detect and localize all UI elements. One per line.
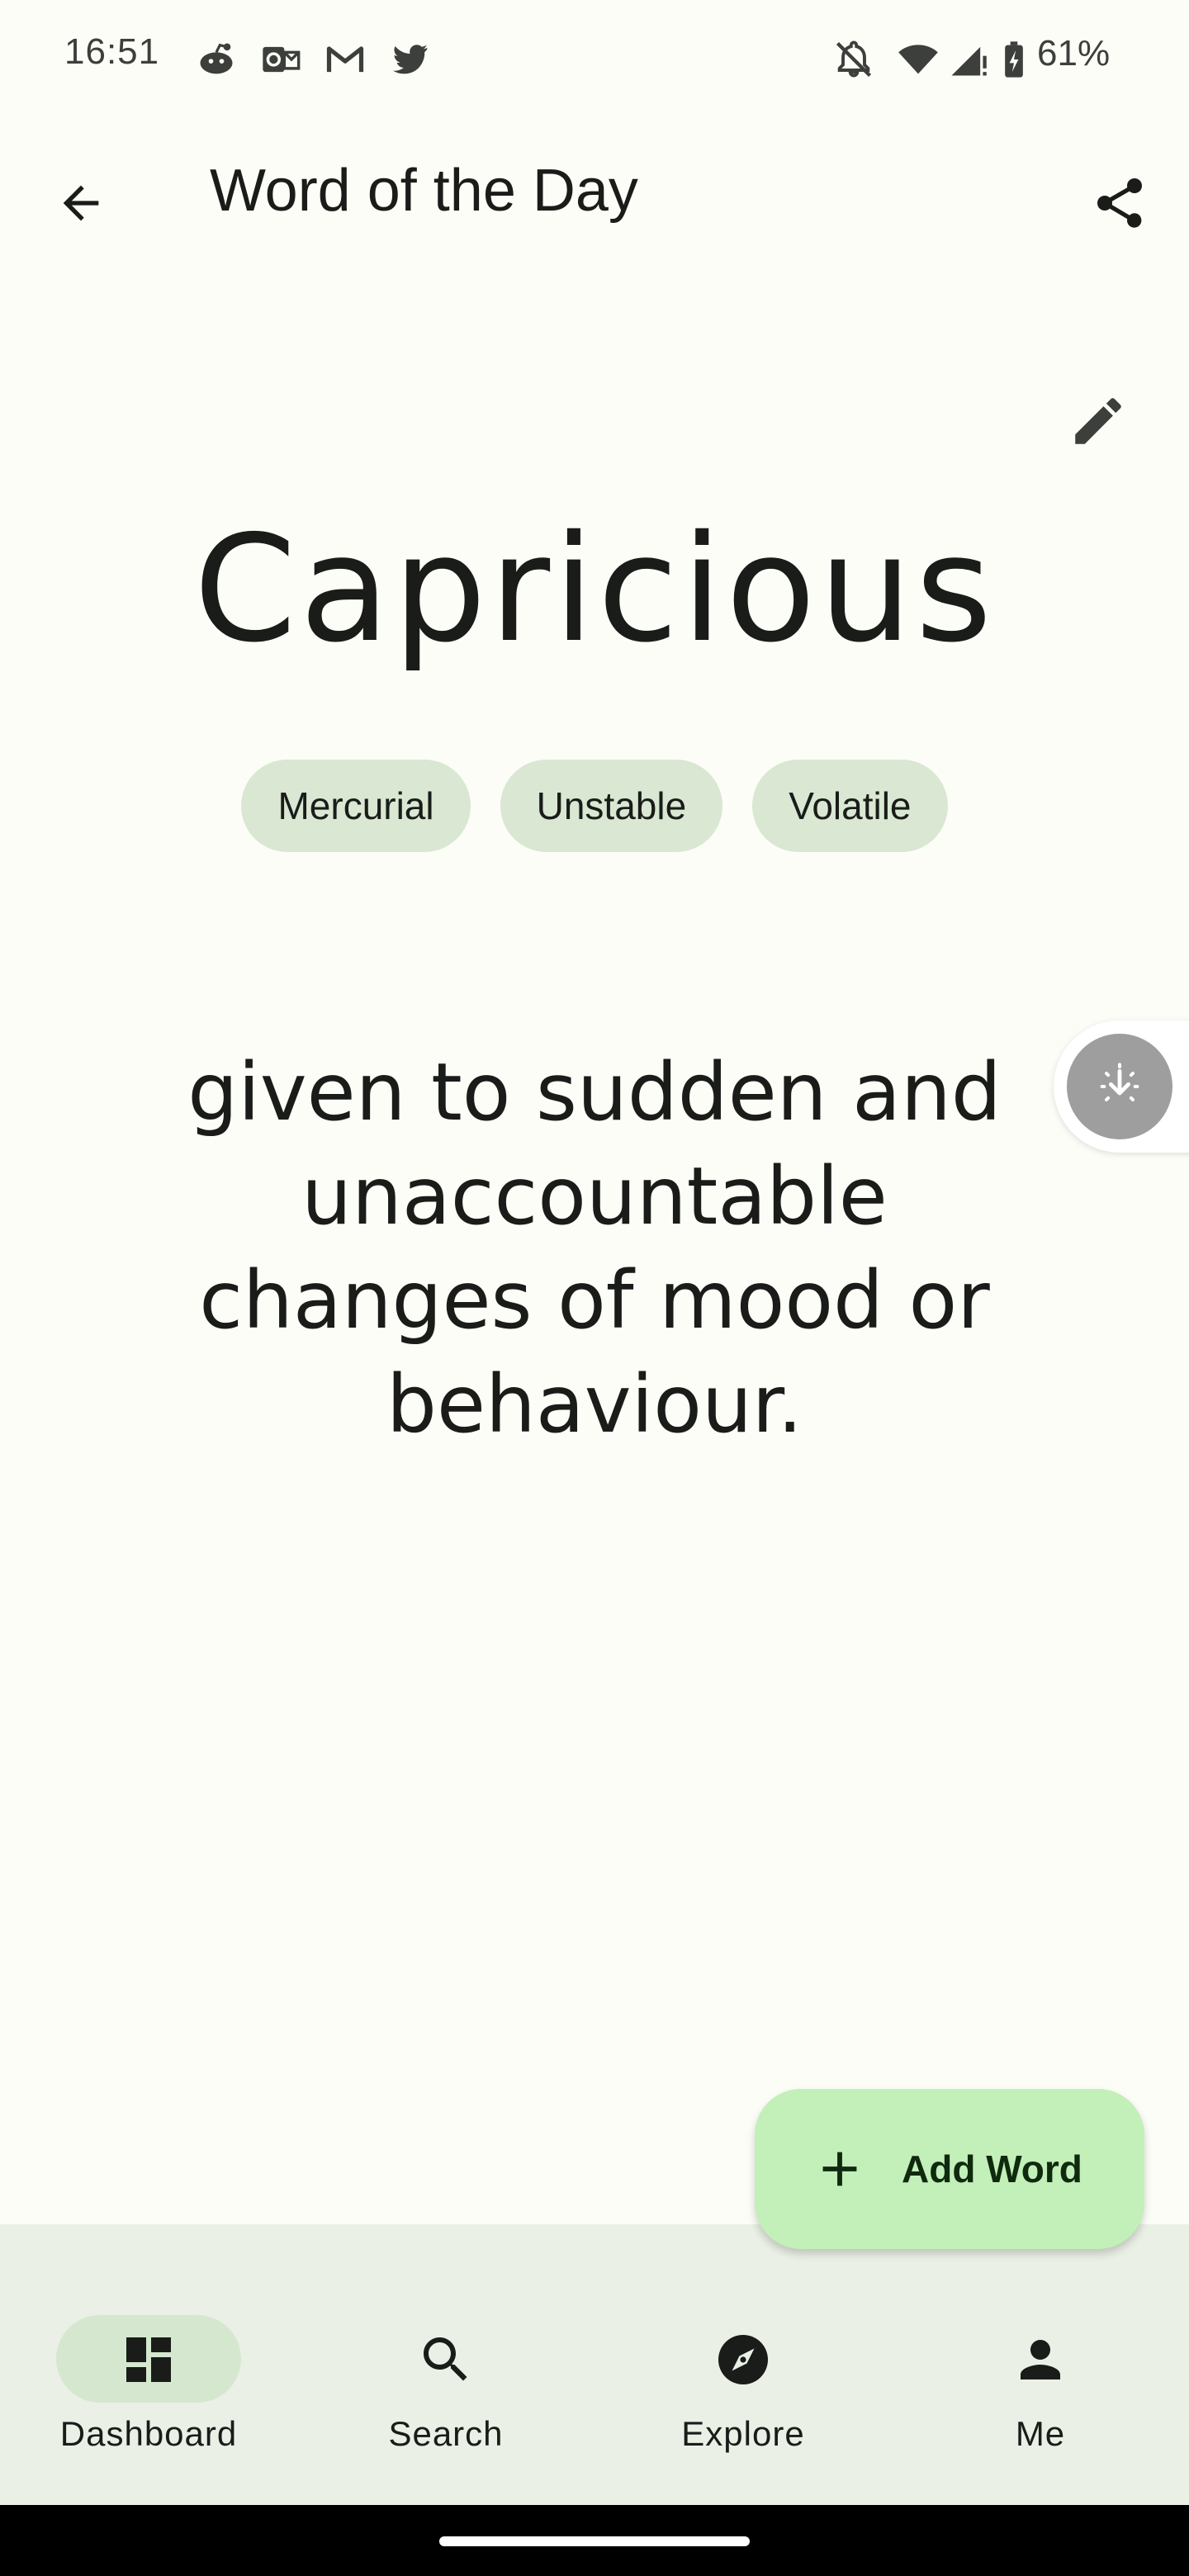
nav-label-dashboard: Dashboard [59,2414,238,2453]
dashboard-icon [126,2337,171,2382]
word-definition: given to sudden and unaccountable change… [187,1046,1002,1451]
download-sparkle-icon [1100,1063,1139,1101]
battery-charging-icon [1005,41,1023,78]
gmail-icon [326,46,364,73]
person-icon [1021,2340,1060,2379]
nav-label-me: Me [1015,2414,1066,2453]
word-title: Capricious [193,504,996,675]
wifi-icon [898,45,938,74]
notifications-off-icon [836,40,872,78]
share-button[interactable] [1078,162,1161,244]
page-title: Word of the Day [210,158,638,224]
back-button[interactable] [40,162,122,244]
nav-label-explore: Explore [681,2414,805,2453]
reddit-icon [200,43,233,74]
share-icon [1097,178,1142,228]
signal-icon [951,46,987,76]
synonym-chip[interactable]: Unstable [500,760,723,852]
twitter-icon [393,45,428,74]
outlook-icon [263,46,301,73]
compass-icon [718,2335,768,2384]
gesture-handle[interactable] [439,2536,750,2546]
floating-action-button[interactable] [1067,1034,1172,1139]
add-word-label: Add Word [902,2147,1082,2190]
synonym-chips: Mercurial Unstable Volatile [0,760,1189,852]
search-icon [424,2337,467,2381]
arrow-back-icon [63,185,99,221]
synonym-chip[interactable]: Mercurial [241,760,471,852]
nav-label-search: Search [388,2414,504,2453]
add-word-button[interactable]: Add Word [755,2089,1144,2249]
plus-icon [822,2152,857,2186]
pencil-icon [1075,398,1121,444]
status-bar: 16:51 61% [0,0,1189,116]
edit-button[interactable] [1057,380,1139,462]
synonym-chip[interactable]: Volatile [752,760,948,852]
battery-percentage: 61% [1037,33,1111,73]
status-time: 16:51 [64,31,160,72]
